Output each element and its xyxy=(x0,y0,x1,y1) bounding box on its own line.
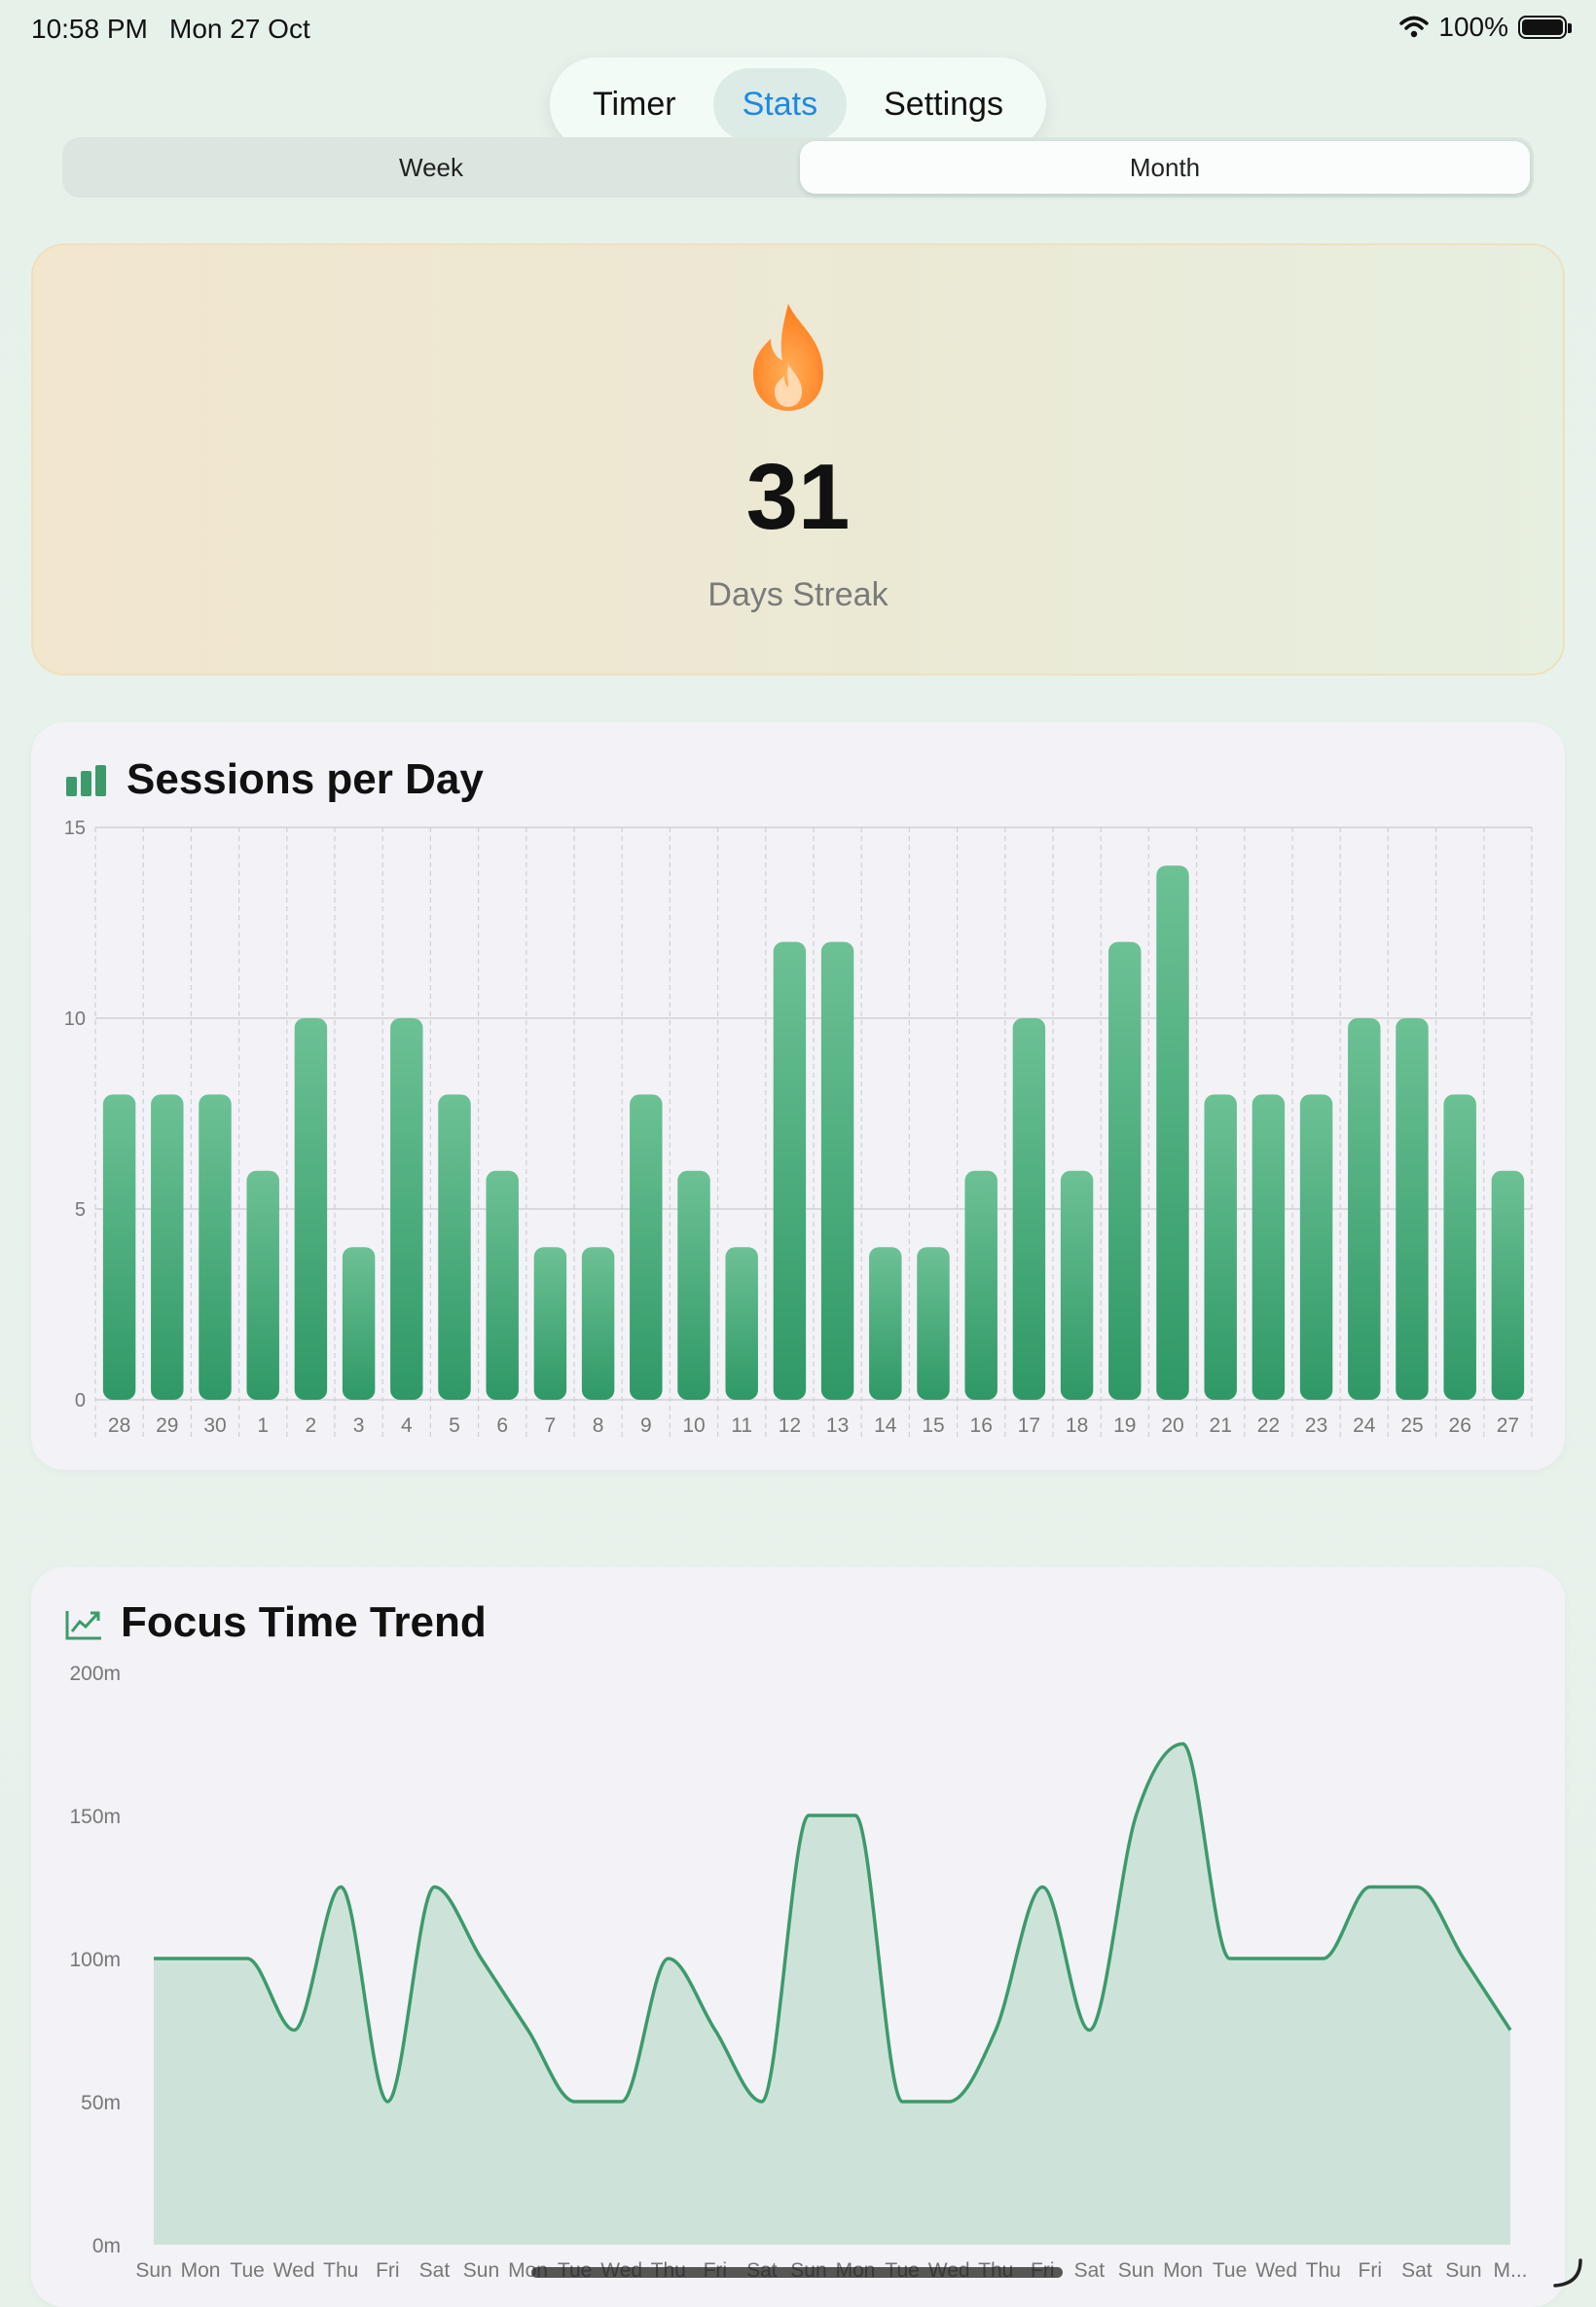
wifi-icon xyxy=(1399,16,1430,38)
status-time: 10:58 PM xyxy=(31,14,148,44)
status-date: Mon 27 Oct xyxy=(169,14,310,44)
trend-card: Focus Time Trend xyxy=(31,1567,1565,2307)
trend-chart-icon xyxy=(65,1611,101,1640)
flame-icon xyxy=(753,304,823,411)
trend-title: Focus Time Trend xyxy=(121,1598,487,1646)
period-segmented-control: Week Month xyxy=(62,137,1534,198)
bar-chart-icon xyxy=(66,765,106,796)
segment-month[interactable]: Month xyxy=(800,141,1530,194)
segment-week[interactable]: Week xyxy=(66,141,796,194)
sessions-card: Sessions per Day xyxy=(31,722,1565,1470)
streak-value: 31 xyxy=(745,445,851,549)
tab-stats[interactable]: Stats xyxy=(712,67,848,141)
battery-percent: 100% xyxy=(1438,12,1508,42)
status-right: 100% xyxy=(1399,12,1572,43)
resize-corner-icon[interactable] xyxy=(1551,2256,1584,2289)
sessions-title: Sessions per Day xyxy=(127,755,484,803)
streak-label: Days Streak xyxy=(707,576,889,613)
status-bar: 10:58 PM Mon 27 Oct 100% xyxy=(0,0,1596,60)
tab-timer[interactable]: Timer xyxy=(563,68,706,141)
home-indicator[interactable] xyxy=(531,2267,1063,2278)
battery-icon xyxy=(1518,16,1572,39)
tab-settings[interactable]: Settings xyxy=(854,68,1033,141)
